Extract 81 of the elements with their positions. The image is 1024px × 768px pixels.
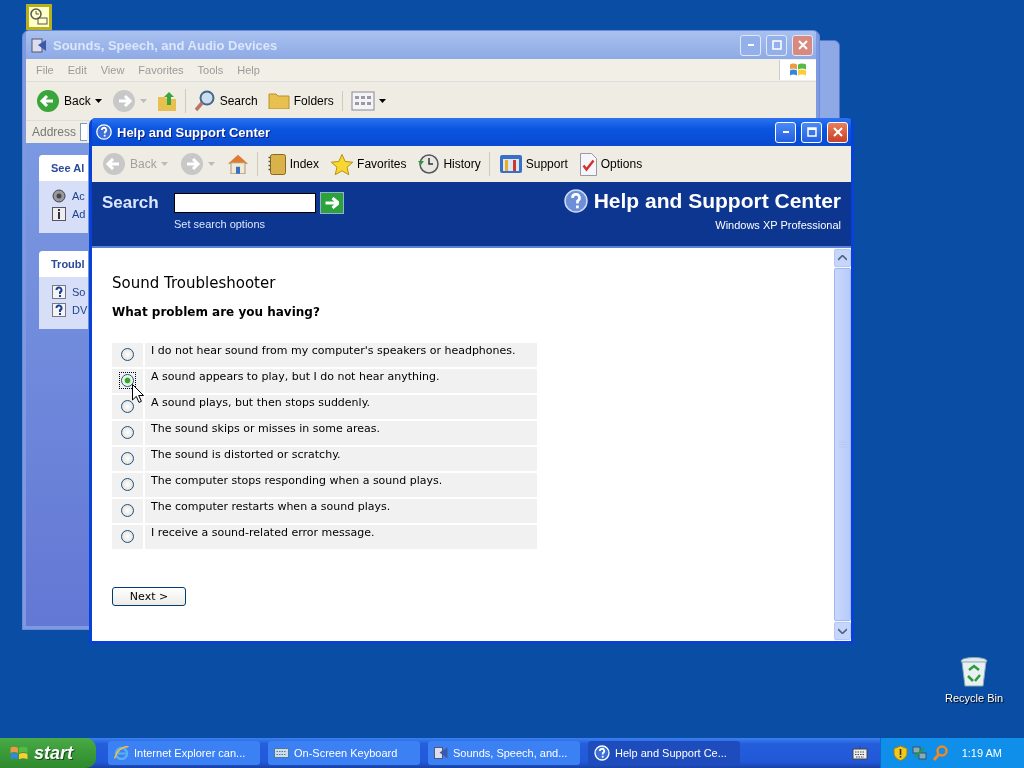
history-button[interactable]: History	[414, 152, 490, 176]
clock-icon	[418, 154, 440, 174]
caret-icon	[378, 99, 386, 103]
radio-button[interactable]	[121, 452, 134, 465]
grid-icon	[350, 91, 375, 111]
arrow-icon	[325, 197, 339, 209]
taskbar-button[interactable]: Help and Support Ce...	[588, 741, 740, 765]
radio-button[interactable]	[121, 426, 134, 439]
close-icon	[832, 127, 843, 137]
radio-button[interactable]	[121, 478, 134, 491]
caret-icon	[207, 162, 215, 166]
folders-button[interactable]: Folders	[263, 91, 343, 111]
toolbox-icon	[499, 155, 522, 173]
back-button[interactable]: Back	[32, 87, 106, 115]
house-icon	[226, 154, 249, 174]
recycle-bin-icon[interactable]	[959, 656, 989, 688]
radio-button[interactable]	[121, 400, 134, 413]
browser-icon	[114, 746, 129, 760]
search-button[interactable]: Search	[189, 88, 262, 114]
search-label: Search	[102, 193, 160, 213]
help-icon	[96, 124, 112, 140]
taskbar-button[interactable]: On-Screen Keyboard	[268, 741, 420, 765]
window-title: Sounds, Speech, and Audio Devices	[53, 37, 278, 53]
folder-up-icon	[156, 91, 177, 111]
task-link[interactable]: Ad	[72, 208, 86, 220]
task-link[interactable]: Ac	[72, 190, 85, 202]
keyboard-icon	[274, 748, 289, 758]
maximize-icon	[771, 40, 782, 50]
speaker-icon	[434, 747, 448, 759]
brand-title: Help and Support Center	[593, 189, 841, 213]
book-icon	[267, 153, 286, 175]
help-icon	[563, 189, 588, 213]
windows-logo-icon	[10, 746, 28, 760]
search-field[interactable]	[174, 193, 316, 213]
desktop-icon-label[interactable]: Recycle Bin	[944, 692, 1004, 704]
radio-button[interactable]	[121, 374, 134, 387]
keyboard-icon[interactable]	[851, 746, 868, 760]
shield-icon[interactable]	[892, 745, 908, 761]
clock-folder-icon[interactable]	[26, 4, 52, 30]
help-icon	[52, 303, 66, 317]
address-field[interactable]	[80, 123, 88, 141]
help-icon	[52, 285, 66, 299]
options-button[interactable]: Options	[575, 150, 647, 178]
caret-icon	[160, 162, 168, 166]
close-button[interactable]	[792, 34, 813, 56]
radio-button[interactable]	[121, 530, 134, 543]
radio-button[interactable]	[121, 504, 134, 517]
edition-label: Windows XP Professional	[715, 219, 841, 231]
start-button[interactable]: start	[0, 738, 96, 768]
windows-logo-icon	[788, 62, 808, 78]
page-title: Sound Troubleshooter	[112, 274, 276, 292]
address-label: Address	[32, 125, 77, 139]
scrollbar[interactable]	[834, 248, 851, 641]
radio-button[interactable]	[121, 348, 134, 361]
clock: 1:19 AM	[961, 747, 1002, 759]
close-icon	[797, 40, 808, 50]
index-button[interactable]: Index	[263, 151, 324, 177]
speaker-icon	[52, 189, 66, 203]
help-icon	[594, 745, 610, 761]
taskbar-button[interactable]: Sounds, Speech, and...	[428, 741, 580, 765]
favorites-button[interactable]: Favorites	[327, 151, 411, 177]
next-button[interactable]: Next >	[112, 587, 186, 606]
support-button[interactable]: Support	[495, 153, 572, 175]
task-link[interactable]: DV	[72, 304, 88, 316]
folder-icon	[267, 93, 290, 109]
caret-icon	[94, 99, 102, 103]
go-button[interactable]	[320, 192, 344, 214]
caret-icon	[139, 99, 147, 103]
taskbar-button[interactable]: Internet Explorer can...	[108, 741, 260, 765]
minimize-icon	[782, 131, 789, 133]
search-icon	[193, 90, 216, 112]
question-text: What problem are you having?	[112, 305, 320, 319]
maximize-icon	[806, 127, 817, 137]
info-icon	[52, 207, 66, 221]
checklist-icon	[579, 152, 597, 176]
search-options-link[interactable]: Set search options	[174, 218, 344, 230]
speaker-icon	[30, 36, 48, 54]
window-title: Help and Support Center	[117, 124, 271, 140]
minimize-icon	[747, 44, 754, 46]
star-icon	[331, 153, 354, 175]
task-link[interactable]: So	[72, 286, 86, 298]
